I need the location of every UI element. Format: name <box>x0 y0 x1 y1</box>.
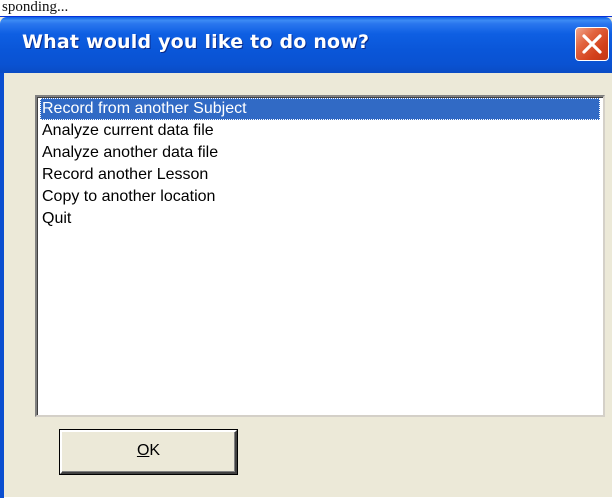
close-button[interactable] <box>575 27 609 61</box>
dialog-window: What would you like to do now? Record fr… <box>0 16 612 498</box>
options-listbox[interactable]: Record from another Subject Analyze curr… <box>35 95 605 417</box>
list-item[interactable]: Record another Lesson <box>40 164 600 186</box>
list-item[interactable]: Analyze another data file <box>40 142 600 164</box>
close-icon <box>582 34 602 54</box>
caption-text: sponding... <box>2 0 69 15</box>
list-item[interactable]: Copy to another location <box>40 186 600 208</box>
list-item[interactable]: Record from another Subject <box>40 98 600 120</box>
title-bar[interactable]: What would you like to do now? <box>0 17 612 73</box>
ok-button[interactable]: OK <box>60 430 237 474</box>
dialog-title: What would you like to do now? <box>22 31 370 53</box>
list-item[interactable]: Quit <box>40 208 600 230</box>
ok-button-mnemonic: O <box>136 442 150 459</box>
ok-button-label-rest: K <box>149 442 161 459</box>
window-border-left <box>0 73 4 498</box>
list-item[interactable]: Analyze current data file <box>40 120 600 142</box>
